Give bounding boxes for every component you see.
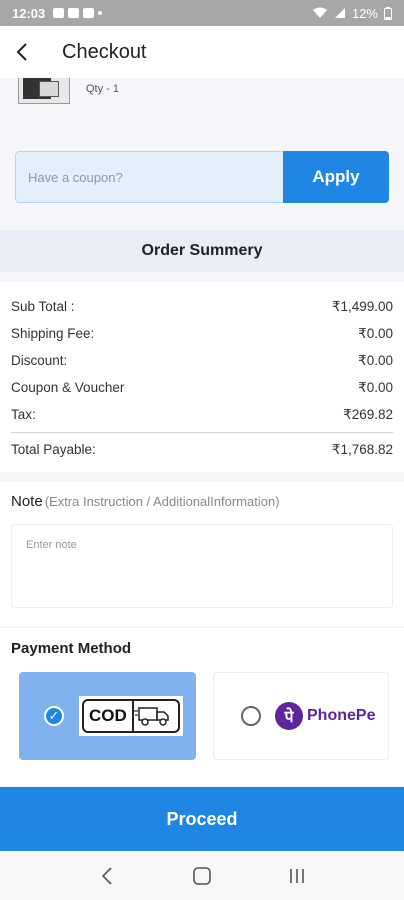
phonepe-label: PhonePe	[307, 707, 376, 724]
order-summary-card: Sub Total : ₹1,499.00 Shipping Fee: ₹0.0…	[0, 282, 404, 472]
nav-home-icon	[193, 866, 211, 885]
status-time: 12:03	[12, 5, 46, 21]
proceed-button[interactable]: Proceed	[0, 787, 404, 851]
order-summary-header: Order Summery	[0, 230, 404, 272]
summary-value: ₹0.00	[358, 352, 393, 368]
battery-icon	[384, 6, 392, 20]
total-label: Total Payable:	[11, 442, 96, 457]
summary-label: Sub Total :	[11, 299, 75, 314]
app-notification-icon	[83, 8, 95, 18]
note-title: Note (Extra Instruction / AdditionalInfo…	[11, 493, 393, 510]
back-button[interactable]	[0, 26, 44, 78]
note-sublabel: (Extra Instruction / AdditionalInformati…	[44, 494, 280, 509]
more-notifications-icon	[98, 11, 103, 15]
signal-icon	[334, 8, 345, 18]
app-notification-icon	[68, 8, 80, 18]
radio-unchecked-icon[interactable]	[241, 706, 261, 726]
apply-coupon-button[interactable]: Apply	[283, 151, 389, 203]
wifi-icon	[312, 7, 327, 18]
summary-label: Discount:	[11, 353, 68, 368]
payment-method-title: Payment Method	[11, 640, 132, 657]
gallery-icon	[53, 8, 65, 18]
summary-label: Tax:	[11, 407, 36, 422]
nav-home-button[interactable]	[182, 856, 222, 896]
product-thumbnail	[18, 78, 70, 104]
summary-row-subtotal: Sub Total : ₹1,499.00	[11, 293, 393, 320]
phonepe-icon: पे	[275, 702, 303, 730]
summary-row-tax: Tax: ₹269.82	[11, 401, 393, 428]
summary-value: ₹269.82	[343, 406, 393, 422]
nav-back-icon	[102, 866, 112, 885]
cod-logo: COD	[79, 696, 183, 736]
system-nav-bar	[0, 851, 404, 900]
page-title: Checkout	[62, 40, 147, 63]
summary-value: ₹1,499.00	[331, 298, 393, 314]
notification-icons	[53, 8, 103, 18]
total-value: ₹1,768.82	[331, 441, 393, 457]
arrow-left-icon	[16, 43, 27, 61]
product-item: Qty - 1	[0, 78, 404, 126]
radio-checked-icon[interactable]: ✓	[44, 706, 64, 726]
summary-row-discount: Discount: ₹0.00	[11, 347, 393, 374]
delivery-truck-icon	[133, 707, 169, 726]
summary-value: ₹0.00	[358, 379, 393, 395]
payment-section: Payment Method ✓ COD पे PhonePe	[0, 628, 404, 786]
app-bar: Checkout	[0, 26, 404, 78]
summary-row-total: Total Payable: ₹1,768.82	[11, 432, 393, 466]
battery-level: 12%	[351, 5, 378, 21]
nav-back-button[interactable]	[87, 856, 127, 896]
summary-row-shipping: Shipping Fee: ₹0.00	[11, 320, 393, 347]
note-section: Note (Extra Instruction / AdditionalInfo…	[0, 482, 404, 626]
status-bar: 12:03 12%	[0, 0, 404, 26]
note-label: Note	[11, 493, 43, 510]
summary-row-coupon: Coupon & Voucher ₹0.00	[11, 374, 393, 401]
summary-label: Coupon & Voucher	[11, 380, 125, 395]
nav-recents-button[interactable]	[277, 856, 317, 896]
note-input[interactable]	[11, 524, 393, 608]
coupon-input[interactable]	[15, 151, 283, 203]
summary-label: Shipping Fee:	[11, 326, 95, 341]
nav-recents-icon	[289, 868, 304, 883]
payment-option-phonepe[interactable]: पे PhonePe	[213, 672, 389, 760]
product-qty: Qty - 1	[86, 83, 120, 95]
summary-value: ₹0.00	[358, 325, 393, 341]
coupon-box: Apply	[15, 151, 389, 203]
phonepe-logo: पे PhonePe	[275, 702, 375, 730]
payment-option-cod[interactable]: ✓ COD	[19, 672, 196, 760]
cod-label: COD	[84, 701, 134, 731]
